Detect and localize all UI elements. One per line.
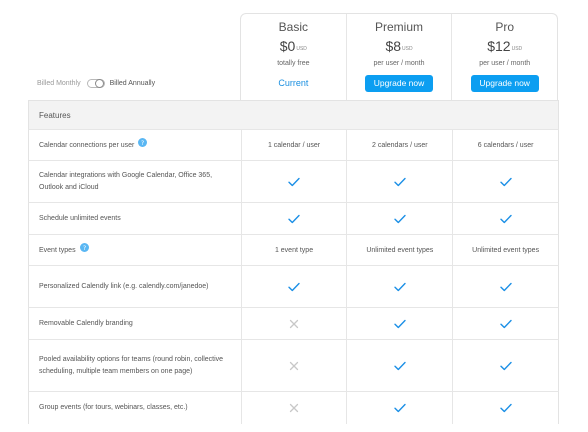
feature-label: Pooled availability options for teams (r… <box>39 355 224 375</box>
plan-name: Pro <box>495 20 515 34</box>
toggle-knob <box>94 79 104 88</box>
feature-label: Event types <box>39 246 76 254</box>
plan-subtitle: totally free <box>277 60 310 67</box>
check-icon <box>346 266 452 307</box>
check-icon <box>452 308 558 339</box>
billed-monthly-label[interactable]: Billed Monthly <box>37 80 81 87</box>
check-icon <box>240 203 347 234</box>
check-icon <box>346 161 452 202</box>
help-icon[interactable]: ? <box>138 138 148 152</box>
upgrade-premium-button[interactable]: Upgrade now <box>365 75 433 92</box>
check-icon <box>240 266 347 307</box>
feature-label-cell: Schedule unlimited events <box>29 203 241 234</box>
check-icon <box>346 308 452 339</box>
price-currency: USD <box>402 46 413 52</box>
plan-pro: Pro $12USD per user / month Upgrade now <box>451 14 557 100</box>
cross-icon <box>240 340 347 391</box>
feature-row: Schedule unlimited events <box>28 202 559 234</box>
check-icon <box>452 266 558 307</box>
check-icon <box>452 392 558 424</box>
feature-label: Removable Calendly branding <box>39 319 133 327</box>
billing-toggle[interactable] <box>86 79 105 88</box>
check-icon <box>346 203 452 234</box>
feature-row: Event types? 1 event type Unlimited event … <box>28 234 559 265</box>
plan-subtitle: per user / month <box>479 60 531 67</box>
plan-price: $12USD <box>452 38 557 54</box>
feature-label-cell: Event types? <box>29 235 241 265</box>
check-icon <box>346 340 452 391</box>
feature-row: Calendar connections per user? 1 calendar… <box>28 129 559 160</box>
feature-row: Removable Calendly branding <box>28 307 559 339</box>
check-icon <box>452 161 558 202</box>
price-value: $12 <box>487 38 511 54</box>
feature-rows: Calendar connections per user? 1 calendar… <box>28 129 559 424</box>
features-section-header: Features <box>28 100 559 129</box>
price-currency: USD <box>296 46 307 52</box>
feature-label-cell: Removable Calendly branding <box>29 308 241 339</box>
feature-label: Schedule unlimited events <box>39 214 121 222</box>
features-table: Features Calendar connections per user? 1… <box>28 100 559 424</box>
feature-label: Personalized Calendly link (e.g. calendl… <box>39 282 209 290</box>
check-icon <box>452 340 558 391</box>
plan-name: Premium <box>375 20 424 34</box>
price-value: $0 <box>279 38 296 54</box>
feature-label: Group events (for tours, webinars, class… <box>39 404 188 411</box>
check-icon <box>240 161 347 202</box>
feature-value: 1 event type <box>240 235 347 265</box>
feature-value: 2 calendars / user <box>346 130 452 160</box>
current-plan-link[interactable]: Current <box>241 78 346 88</box>
help-icon[interactable]: ? <box>79 243 89 257</box>
feature-value: Unlimited event types <box>452 235 558 265</box>
svg-text:?: ? <box>82 245 85 252</box>
feature-value: Unlimited event types <box>346 235 452 265</box>
plan-subtitle: per user / month <box>373 60 425 67</box>
feature-label-cell: Calendar integrations with Google Calend… <box>29 161 241 202</box>
plan-price: $0USD <box>241 38 346 54</box>
plan-price: $8USD <box>347 38 452 54</box>
price-value: $8 <box>385 38 402 54</box>
cross-icon <box>240 308 347 339</box>
feature-value: 1 calendar / user <box>240 130 347 160</box>
feature-label-cell: Personalized Calendly link (e.g. calendl… <box>29 266 241 307</box>
plan-name: Basic <box>278 20 308 34</box>
check-icon <box>346 392 452 424</box>
feature-row: Calendar integrations with Google Calend… <box>28 160 559 202</box>
svg-text:?: ? <box>141 140 144 147</box>
upgrade-pro-button[interactable]: Upgrade now <box>470 75 539 92</box>
pricing-page: Billed Monthly Billed Annually Basic $0U… <box>0 0 588 432</box>
feature-label-cell: Calendar connections per user? <box>29 130 241 160</box>
billing-toggle-group: Billed Monthly Billed Annually <box>37 79 155 88</box>
section-title: Features <box>39 111 71 120</box>
plan-basic: Basic $0USD totally free Current <box>241 14 346 100</box>
feature-label: Calendar integrations with Google Calend… <box>39 171 213 191</box>
plan-premium: Premium $8USD per user / month Upgrade n… <box>345 14 452 100</box>
check-icon <box>452 203 558 234</box>
plans-header: Basic $0USD totally free Current Premium… <box>240 13 558 100</box>
feature-value: 6 calendars / user <box>452 130 558 160</box>
feature-row: Pooled availability options for teams (r… <box>28 339 559 391</box>
feature-label-cell: Pooled availability options for teams (r… <box>29 340 241 391</box>
feature-row: Group events (for tours, webinars, class… <box>28 391 559 424</box>
cross-icon <box>240 392 347 424</box>
price-currency: USD <box>511 46 523 52</box>
feature-row: Personalized Calendly link (e.g. calendl… <box>28 265 559 307</box>
feature-label: Calendar connections per user <box>39 141 135 149</box>
billed-annually-label[interactable]: Billed Annually <box>110 80 156 87</box>
feature-label-cell: Group events (for tours, webinars, class… <box>29 392 241 424</box>
